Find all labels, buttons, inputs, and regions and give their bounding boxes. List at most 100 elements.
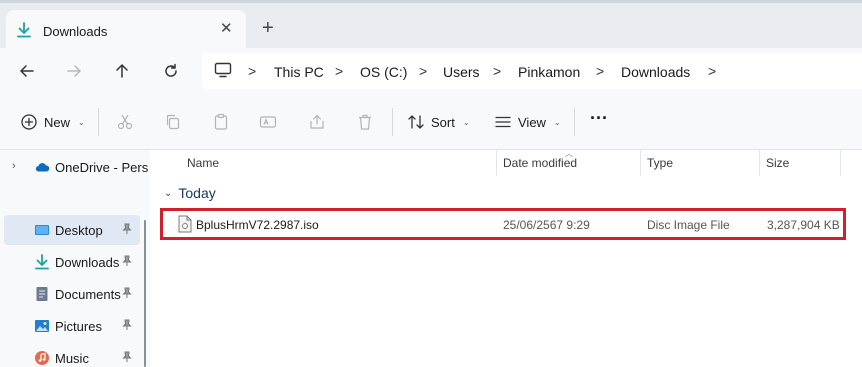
new-button-label: New [44,114,71,130]
sidebar-item-pictures[interactable]: Pictures [0,311,140,341]
chevron-right-icon[interactable]: › [12,160,16,172]
breadcrumb[interactable]: > This PC > OS (C:) > Users > Pinkamon >… [202,53,862,89]
copy-button[interactable] [164,111,182,133]
sort-button[interactable]: Sort ⌄ [407,111,470,133]
file-type: Disc Image File [647,218,730,232]
chevron-down-icon: ⌄ [553,117,561,127]
file-row-highlighted[interactable]: BplusHrmV72.2987.iso 25/06/2567 9:29 Dis… [160,208,846,240]
sidebar-item-label: Downloads [55,255,120,270]
sidebar-item-onedrive[interactable]: › OneDrive - Pers [0,152,148,182]
back-button[interactable] [16,60,38,82]
document-icon [36,287,48,301]
chevron-down-icon: ⌄ [78,117,85,127]
computer-icon [214,62,232,78]
rename-button[interactable] [259,111,277,133]
sidebar-item-label: Desktop [55,223,103,238]
new-button[interactable]: New ⌄ [20,111,85,133]
sidebar-item-downloads[interactable]: Downloads [0,247,140,277]
column-header-row: Name ︿ Date modified Type Size [150,149,862,176]
cut-icon [117,114,133,130]
breadcrumb-separator[interactable]: > [708,63,716,79]
close-tab-icon[interactable]: ✕ [220,21,233,37]
column-header-date-modified[interactable]: Date modified [503,156,577,170]
sidebar-item-documents[interactable]: Documents [0,279,140,309]
share-icon [310,114,324,129]
download-icon [35,254,49,270]
music-icon [35,351,49,365]
pictures-icon [35,320,49,332]
back-arrow-icon [20,65,34,77]
sort-button-label: Sort [431,114,455,130]
plus-circle-icon [21,114,37,130]
refresh-button[interactable] [160,60,182,82]
cut-button[interactable] [116,111,134,133]
disc-image-file-icon [178,215,192,233]
breadcrumb-separator[interactable]: > [248,63,256,79]
breadcrumb-users[interactable]: Users [443,64,480,80]
delete-icon [359,114,371,130]
sidebar-item-desktop[interactable]: Desktop [4,215,140,245]
forward-button[interactable] [63,60,85,82]
sidebar-item-label: OneDrive - Pers [55,160,149,175]
tab-title: Downloads [43,24,108,39]
column-header-type[interactable]: Type [647,156,673,170]
desktop-icon [35,225,49,235]
more-options-button[interactable]: ··· [590,107,608,129]
column-divider[interactable] [640,150,641,176]
toolbar-divider [392,108,393,136]
navigation-pane: › OneDrive - Pers Desktop Downloads Docu… [0,150,150,367]
new-tab-button[interactable]: + [262,18,274,38]
breadcrumb-separator[interactable]: > [493,63,501,79]
sidebar-item-label: Pictures [55,319,102,334]
sidebar-item-label: Music [55,351,89,366]
delete-button[interactable] [356,111,374,133]
cloud-icon [35,163,50,172]
rename-icon [259,116,277,128]
forward-arrow-icon [67,65,81,77]
group-label: Today [178,185,216,201]
file-name: BplusHrmV72.2987.iso [196,218,319,232]
file-list: Name ︿ Date modified Type Size ⌄ Today B… [150,149,862,367]
column-header-name[interactable]: Name [187,156,219,170]
column-divider[interactable] [759,150,760,176]
breadcrumb-separator[interactable]: > [596,63,604,79]
view-button-label: View [518,114,546,130]
refresh-icon [165,63,177,77]
group-header-today[interactable]: ⌄ Today [164,185,216,201]
pin-icon [122,223,132,234]
paste-icon [214,113,228,130]
sort-icon [408,115,424,129]
breadcrumb-this-pc[interactable]: This PC [274,64,324,80]
title-bar: Downloads ✕ + [0,0,862,48]
column-divider[interactable] [496,150,497,176]
column-divider[interactable] [840,150,841,176]
sidebar-item-label: Documents [55,287,121,302]
pin-icon [122,319,132,330]
tab-downloads[interactable]: Downloads ✕ [6,10,246,48]
breadcrumb-os-c[interactable]: OS (C:) [360,64,407,80]
view-button[interactable]: View ⌄ [494,111,561,133]
pin-icon [122,351,132,362]
file-date-modified: 25/06/2567 9:29 [503,218,590,232]
breadcrumb-separator[interactable]: > [419,63,427,79]
copy-icon [166,114,180,130]
chevron-down-icon: ⌄ [164,187,173,199]
breadcrumb-downloads[interactable]: Downloads [621,64,690,80]
sidebar-scrollbar[interactable] [144,220,146,367]
window-top-edge [0,0,862,3]
breadcrumb-pinkamon[interactable]: Pinkamon [518,64,580,80]
column-header-size[interactable]: Size [766,156,789,170]
toolbar-divider [574,108,575,136]
chevron-down-icon: ⌄ [462,117,470,127]
share-button[interactable] [308,111,326,133]
pin-icon [122,255,132,266]
paste-button[interactable] [212,111,230,133]
pin-icon [122,287,132,298]
file-size: 3,287,904 KB [767,218,840,232]
sidebar-item-music[interactable]: Music [0,343,140,367]
view-icon [495,116,511,128]
toolbar-divider [98,108,99,136]
download-icon [17,22,31,38]
up-button[interactable] [111,60,133,82]
breadcrumb-separator[interactable]: > [335,63,343,79]
